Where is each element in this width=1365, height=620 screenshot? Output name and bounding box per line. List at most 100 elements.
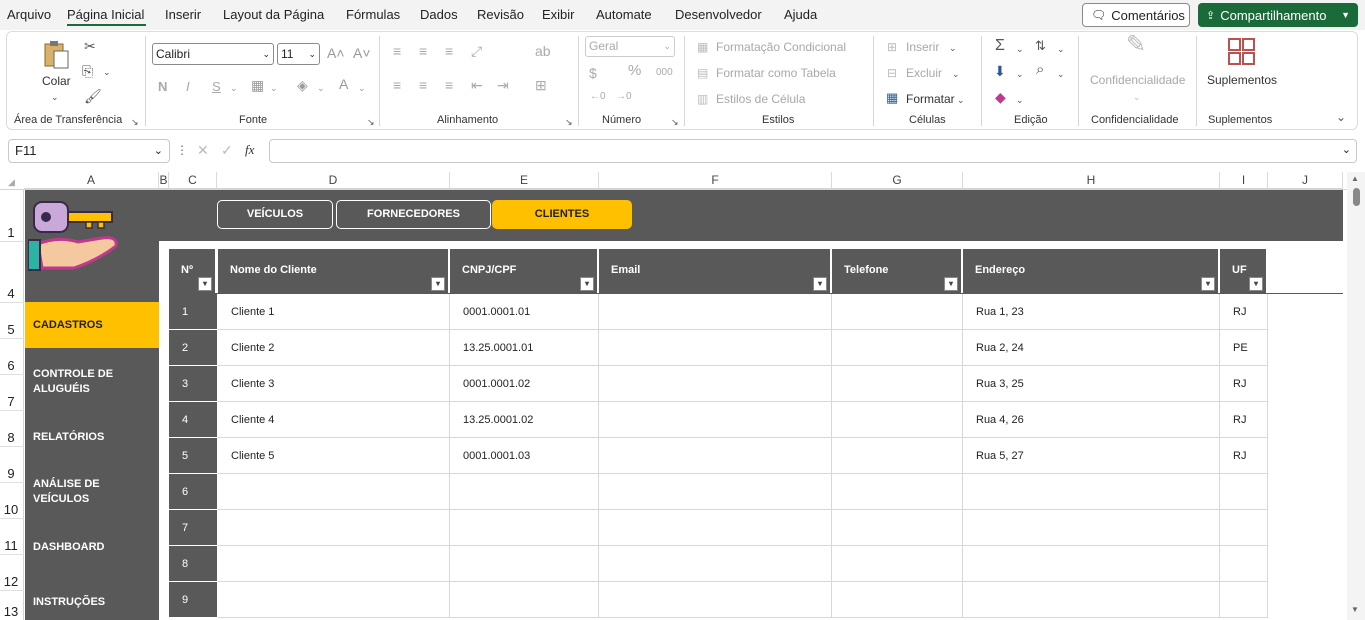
table-cell-cnpj-cpf[interactable]: [450, 546, 599, 582]
percent-icon[interactable]: %: [628, 63, 641, 78]
menu-inserir[interactable]: Inserir: [165, 7, 201, 22]
clear-icon[interactable]: ◆: [995, 90, 1006, 104]
dialog-launcher-icon[interactable]: ↘: [671, 115, 679, 129]
row-header-11[interactable]: 11: [0, 538, 22, 553]
table-cell-uf[interactable]: [1220, 582, 1268, 618]
delete-cells-button[interactable]: Excluir: [906, 66, 942, 80]
row-header-13[interactable]: 13: [0, 604, 22, 619]
paste-icon[interactable]: [43, 40, 71, 70]
filter-dropdown-icon[interactable]: ▾: [580, 277, 594, 291]
table-cell-email[interactable]: [599, 582, 832, 618]
decrease-font-icon[interactable]: A˅: [353, 46, 371, 60]
table-cell-cnpj-cpf[interactable]: 0001.0001.01: [450, 294, 599, 330]
row-header-7[interactable]: 7: [0, 394, 22, 409]
column-header-i[interactable]: I: [1220, 172, 1268, 189]
sidebar-item-instrucoes[interactable]: INSTRUÇÕES: [25, 584, 159, 620]
select-all-icon[interactable]: ◢: [8, 175, 15, 189]
filter-dropdown-icon[interactable]: ▾: [944, 277, 958, 291]
orientation-icon[interactable]: ⤢: [471, 44, 482, 58]
column-header-c[interactable]: C: [169, 172, 217, 189]
table-cell-uf[interactable]: [1220, 510, 1268, 546]
table-cell-phone[interactable]: [832, 582, 963, 618]
dialog-launcher-icon[interactable]: ↘: [367, 115, 375, 129]
column-header-f[interactable]: F: [599, 172, 832, 189]
table-cell-email[interactable]: [599, 474, 832, 510]
chevron-down-icon[interactable]: ⌄: [103, 65, 111, 79]
italic-button[interactable]: I: [186, 79, 190, 94]
row-header-8[interactable]: 8: [0, 430, 22, 445]
filter-dropdown-icon[interactable]: ▾: [431, 277, 445, 291]
table-cell-client-name[interactable]: Cliente 3: [218, 366, 450, 402]
align-top-icon[interactable]: ≡: [393, 44, 401, 58]
menu-layout[interactable]: Layout da Página: [223, 7, 324, 22]
table-cell-phone[interactable]: [832, 510, 963, 546]
fill-color-icon[interactable]: ◈: [297, 78, 308, 92]
menu-desenvolvedor[interactable]: Desenvolvedor: [675, 7, 762, 22]
row-number-cell[interactable]: 9: [169, 582, 217, 618]
underline-button[interactable]: S: [212, 79, 221, 94]
table-cell-phone[interactable]: [832, 438, 963, 474]
comments-button[interactable]: 🗨 Comentários: [1082, 3, 1190, 27]
menu-revisao[interactable]: Revisão: [477, 7, 524, 22]
currency-icon[interactable]: $: [589, 66, 597, 80]
sidebar-item-relatorios[interactable]: RELATÓRIOS: [25, 418, 159, 456]
chevron-down-icon[interactable]: ⌄: [1016, 67, 1024, 81]
chevron-down-icon[interactable]: ⌄: [957, 93, 965, 107]
sort-filter-icon[interactable]: ⇅: [1035, 39, 1046, 53]
row-header-4[interactable]: 4: [0, 286, 22, 301]
align-bottom-icon[interactable]: ≡: [445, 44, 453, 58]
chevron-down-icon[interactable]: ⌄: [358, 81, 366, 95]
dialog-launcher-icon[interactable]: ↘: [565, 115, 573, 129]
vertical-scrollbar[interactable]: ▲ ▼: [1347, 172, 1365, 620]
table-cell-email[interactable]: [599, 438, 832, 474]
scroll-up-icon[interactable]: ▲: [1351, 174, 1359, 183]
filter-dropdown-icon[interactable]: ▾: [1201, 277, 1215, 291]
insert-cells-button[interactable]: Inserir: [906, 40, 939, 54]
table-cell-address[interactable]: [963, 582, 1220, 618]
table-cell-uf[interactable]: RJ: [1220, 294, 1268, 330]
table-cell-address[interactable]: Rua 2, 24: [963, 330, 1220, 366]
cancel-icon[interactable]: ✕: [197, 142, 209, 159]
menu-exibir[interactable]: Exibir: [542, 7, 575, 22]
increase-font-icon[interactable]: A˄: [327, 46, 345, 60]
row-header-6[interactable]: 6: [0, 358, 22, 373]
column-header-g[interactable]: G: [832, 172, 963, 189]
row-number-cell[interactable]: 3: [169, 366, 217, 402]
menu-ajuda[interactable]: Ajuda: [784, 7, 817, 22]
sidebar-item-analise-veiculos[interactable]: ANÁLISE DE VEÍCULOS: [25, 468, 125, 516]
table-cell-email[interactable]: [599, 546, 832, 582]
copy-icon[interactable]: ⎘: [82, 64, 93, 78]
table-cell-email[interactable]: [599, 330, 832, 366]
enter-icon[interactable]: ✓: [221, 142, 233, 159]
paste-label[interactable]: Colar: [42, 74, 71, 88]
table-cell-cnpj-cpf[interactable]: [450, 474, 599, 510]
filter-dropdown-icon[interactable]: ▾: [198, 277, 212, 291]
table-cell-cnpj-cpf[interactable]: 13.25.0001.01: [450, 330, 599, 366]
row-header-9[interactable]: 9: [0, 466, 22, 481]
align-middle-icon[interactable]: ≡: [419, 44, 427, 58]
table-cell-phone[interactable]: [832, 402, 963, 438]
table-cell-address[interactable]: Rua 4, 26: [963, 402, 1220, 438]
font-size-select[interactable]: 11 ⌄: [277, 43, 320, 65]
thousands-icon[interactable]: 000: [656, 66, 673, 80]
addins-button[interactable]: Suplementos: [1207, 73, 1277, 87]
cut-icon[interactable]: ✂: [84, 39, 96, 53]
table-cell-email[interactable]: [599, 402, 832, 438]
scroll-down-icon[interactable]: ▼: [1351, 605, 1359, 614]
table-cell-address[interactable]: Rua 5, 27: [963, 438, 1220, 474]
row-number-cell[interactable]: 1: [169, 294, 217, 330]
chevron-down-icon[interactable]: ⌄: [1016, 93, 1024, 107]
align-center-icon[interactable]: ≡: [419, 78, 427, 92]
find-icon[interactable]: ⌕: [1036, 62, 1044, 77]
share-button[interactable]: ⇪ Compartilhamento ▼: [1198, 3, 1358, 27]
table-cell-uf[interactable]: [1220, 546, 1268, 582]
table-cell-client-name[interactable]: [218, 582, 450, 618]
name-box[interactable]: F11 ⌄: [8, 139, 170, 163]
column-header-h[interactable]: H: [963, 172, 1220, 189]
font-color-icon[interactable]: A: [339, 77, 348, 91]
format-as-table-button[interactable]: Formatar como Tabela: [716, 66, 836, 80]
chevron-down-icon[interactable]: ⌄: [1342, 143, 1351, 156]
cell-styles-button[interactable]: Estilos de Célula: [716, 92, 805, 106]
table-cell-client-name[interactable]: [218, 546, 450, 582]
table-cell-client-name[interactable]: Cliente 2: [218, 330, 450, 366]
